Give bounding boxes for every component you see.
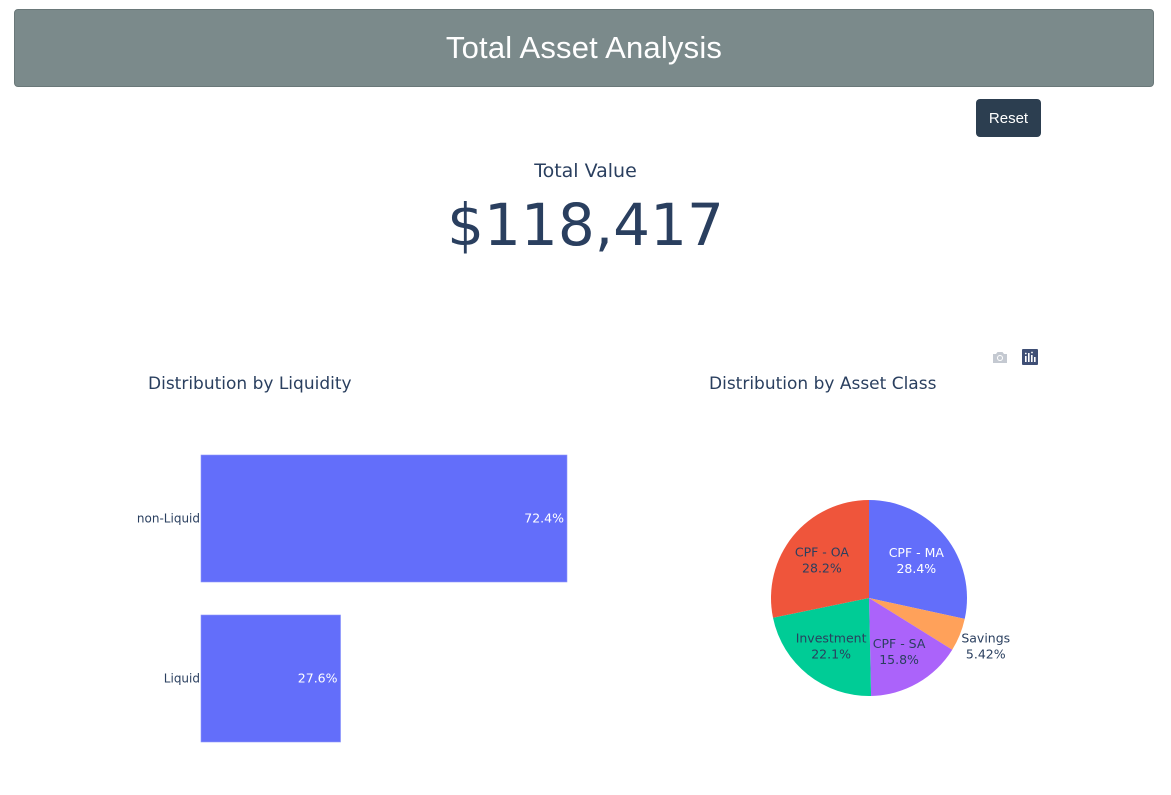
chart-modebar: [990, 347, 1040, 367]
dashboard-page: Total Asset Analysis Reset Total Value $…: [0, 0, 1171, 795]
liquidity-category-tick: Liquid: [164, 672, 200, 686]
charts-canvas: Distribution by Liquidity 72.4% non-Liqui…: [137, 374, 1010, 743]
liquidity-bar[interactable]: [200, 454, 568, 583]
liquidity-bar-value-label: 27.6%: [298, 671, 338, 686]
asset-class-slice-name: CPF - OA: [795, 545, 850, 560]
liquidity-chart-title: Distribution by Liquidity: [148, 374, 352, 394]
asset-class-slice-percent: 28.4%: [896, 561, 936, 576]
asset-class-slice-percent: 28.2%: [802, 561, 842, 576]
asset-class-pie-chart: CPF - MA28.4% Savings5.42% CPF - SA15.8% In…: [771, 500, 1010, 696]
asset-class-chart-title: Distribution by Asset Class: [709, 374, 937, 394]
asset-class-slice-percent: 15.8%: [879, 652, 919, 667]
liquidity-bar-value-label: 72.4%: [524, 511, 564, 526]
asset-class-slice-name: Investment: [796, 630, 867, 645]
asset-class-slice-percent: 5.42%: [966, 646, 1006, 661]
liquidity-bar-chart: 72.4% non-Liquid 27.6% Liquid: [137, 454, 568, 743]
asset-class-slice-name: CPF - MA: [889, 545, 945, 560]
camera-icon[interactable]: [990, 347, 1010, 367]
asset-class-slice-name: CPF - SA: [873, 636, 926, 651]
asset-class-slice-name: Savings: [961, 630, 1010, 645]
plotly-logo-icon[interactable]: [1020, 347, 1040, 367]
asset-class-slice-percent: 22.1%: [811, 646, 851, 661]
liquidity-category-tick: non-Liquid: [137, 512, 200, 526]
